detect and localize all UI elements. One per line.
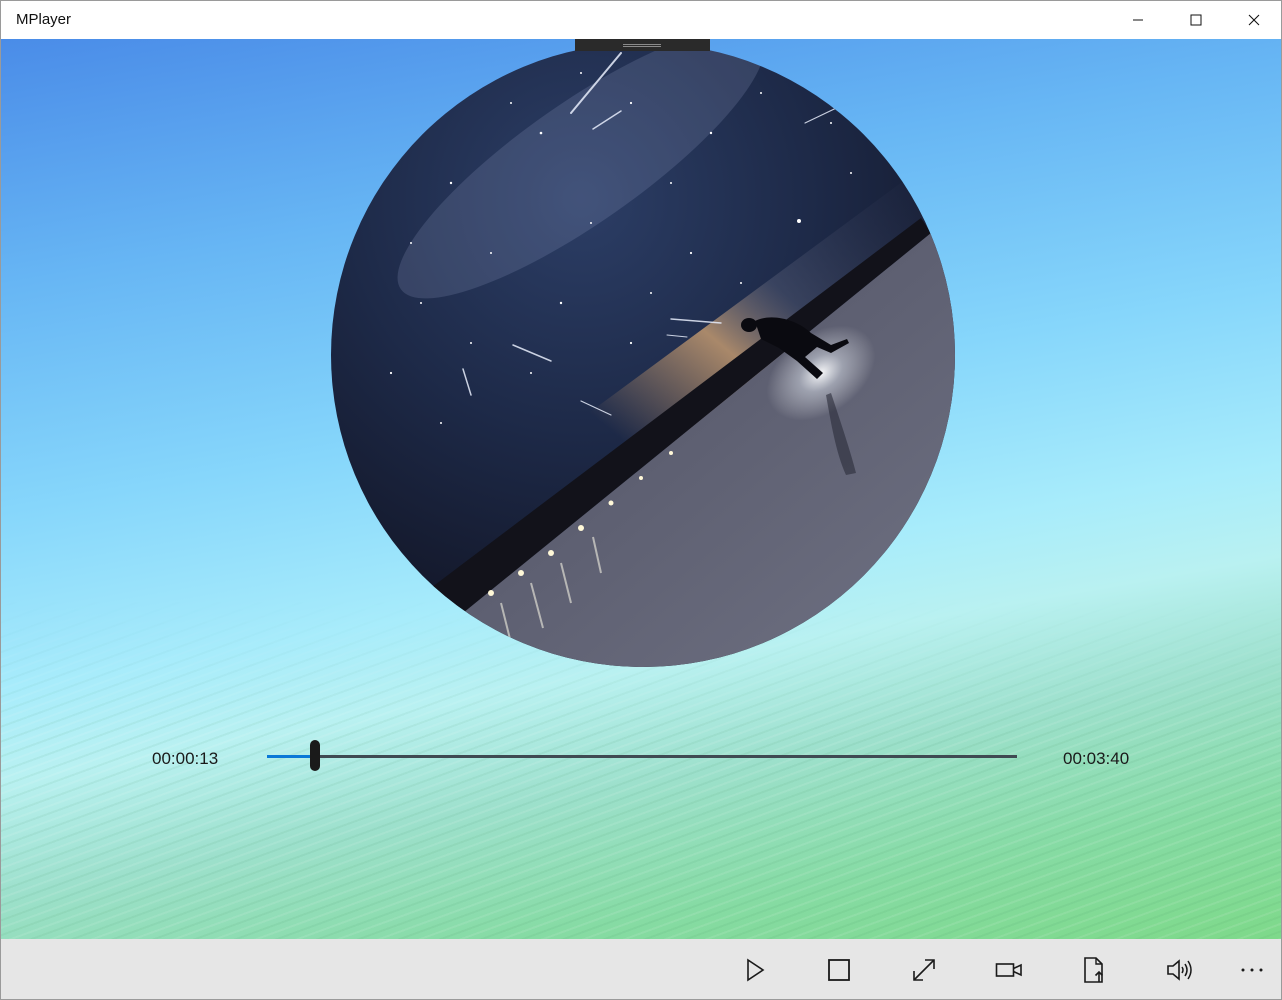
player-background: 00:00:13 00:03:40: [1, 39, 1281, 939]
stop-icon: [828, 958, 850, 981]
maximize-button[interactable]: [1167, 1, 1225, 39]
expand-icon: [913, 958, 935, 981]
stop-button[interactable]: [809, 939, 869, 999]
seek-bar[interactable]: [267, 740, 1017, 771]
title-bar[interactable]: MPlayer: [1, 1, 1281, 39]
play-icon: [747, 958, 765, 981]
night-sky-scene: [331, 43, 955, 667]
command-bar: [1, 939, 1281, 999]
file-upload-icon: [1084, 956, 1104, 983]
seek-thumb[interactable]: [310, 740, 320, 771]
play-button[interactable]: [725, 939, 785, 999]
mplayer-window: MPlayer 00:00:13 00:03:40: [0, 0, 1282, 1000]
minimize-icon: [1133, 19, 1143, 21]
more-button[interactable]: [1222, 939, 1281, 999]
minimize-button[interactable]: [1109, 1, 1167, 39]
total-time: 00:03:40: [1063, 749, 1130, 768]
open-file-button[interactable]: [1064, 939, 1124, 999]
video-button[interactable]: [979, 939, 1039, 999]
fullscreen-button[interactable]: [894, 939, 954, 999]
grip-icon: [623, 44, 661, 47]
volume-icon: [1167, 958, 1192, 981]
video-camera-icon: [995, 962, 1022, 977]
maximize-icon: [1190, 14, 1202, 26]
more-icon: [1241, 968, 1263, 971]
video-artwork[interactable]: [331, 43, 955, 667]
drag-handle[interactable]: [575, 39, 710, 51]
current-time: 00:00:13: [152, 749, 219, 768]
close-icon: [1248, 14, 1260, 26]
volume-button[interactable]: [1149, 939, 1209, 999]
close-button[interactable]: [1225, 1, 1281, 39]
seek-progress: [267, 755, 315, 758]
window-title: MPlayer: [16, 11, 72, 28]
